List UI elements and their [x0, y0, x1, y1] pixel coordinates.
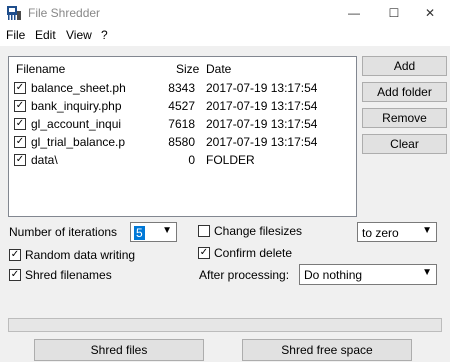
- row-size: 4527: [168, 99, 195, 113]
- row-size: 8343: [168, 81, 195, 95]
- row-size: 8580: [168, 135, 195, 149]
- column-header-size[interactable]: Size: [176, 62, 199, 76]
- random-data-checkbox[interactable]: ✓: [9, 249, 21, 261]
- row-date: 2017-07-19 13:17:54: [206, 81, 318, 95]
- close-button[interactable]: ✕: [410, 0, 450, 26]
- menu-file[interactable]: File: [6, 28, 25, 42]
- minimize-button[interactable]: —: [334, 0, 374, 26]
- filesize-mode-value: to zero: [362, 226, 399, 240]
- column-header-filename[interactable]: Filename: [16, 62, 65, 76]
- add-folder-button[interactable]: Add folder: [362, 82, 447, 102]
- table-row[interactable]: ✓ data\ 0 FOLDER: [9, 152, 356, 169]
- row-filename: gl_trial_balance.p: [31, 135, 126, 149]
- menu-help[interactable]: ?: [101, 28, 108, 42]
- row-checkbox[interactable]: ✓: [14, 118, 26, 130]
- row-checkbox[interactable]: ✓: [14, 82, 26, 94]
- row-filename: data\: [31, 153, 58, 167]
- row-size: 0: [188, 153, 195, 167]
- menu-edit[interactable]: Edit: [35, 28, 56, 42]
- after-processing-label: After processing:: [199, 268, 290, 282]
- row-size: 7618: [168, 117, 195, 131]
- shred-filenames-label: Shred filenames: [25, 268, 112, 282]
- row-filename: balance_sheet.ph: [31, 81, 126, 95]
- random-data-label: Random data writing: [25, 248, 136, 262]
- add-button[interactable]: Add: [362, 56, 447, 76]
- confirm-delete-checkbox[interactable]: ✓: [198, 247, 210, 259]
- table-row[interactable]: ✓ gl_trial_balance.p 8580 2017-07-19 13:17:…: [9, 134, 356, 151]
- row-checkbox[interactable]: ✓: [14, 100, 26, 112]
- change-filesizes-checkbox[interactable]: [198, 225, 210, 237]
- iterations-label: Number of iterations: [9, 225, 118, 239]
- window-title: File Shredder: [28, 6, 101, 20]
- clear-button[interactable]: Clear: [362, 134, 447, 154]
- table-row[interactable]: ✓ bank_inquiry.php 4527 2017-07-19 13:17:54: [9, 98, 356, 115]
- chevron-down-icon: ▼: [422, 225, 432, 236]
- shred-filenames-checkbox[interactable]: ✓: [9, 269, 21, 281]
- remove-button[interactable]: Remove: [362, 108, 447, 128]
- row-date: 2017-07-19 13:17:54: [206, 99, 318, 113]
- chevron-down-icon: ▼: [422, 267, 432, 278]
- after-processing-select[interactable]: Do nothing ▼: [299, 264, 437, 285]
- row-filename: gl_account_inqui: [31, 117, 122, 131]
- row-date: 2017-07-19 13:17:54: [206, 135, 318, 149]
- shred-free-space-button[interactable]: Shred free space: [242, 339, 412, 361]
- row-filename: bank_inquiry.php: [31, 99, 122, 113]
- shred-files-button[interactable]: Shred files: [34, 339, 204, 361]
- table-row[interactable]: ✓ balance_sheet.ph 8343 2017-07-19 13:17:54: [9, 80, 356, 97]
- table-row[interactable]: ✓ gl_account_inqui 7618 2017-07-19 13:17:54: [9, 116, 356, 133]
- confirm-delete-label: Confirm delete: [214, 246, 293, 260]
- iterations-select[interactable]: 5 ▼: [130, 222, 177, 242]
- row-date: 2017-07-19 13:17:54: [206, 117, 318, 131]
- shredder-app-icon: [6, 5, 22, 21]
- iterations-value: 5: [134, 226, 145, 240]
- row-date: FOLDER: [206, 153, 255, 167]
- menu-view[interactable]: View: [66, 28, 92, 42]
- row-checkbox[interactable]: ✓: [14, 154, 26, 166]
- after-processing-value: Do nothing: [304, 268, 363, 282]
- column-header-date[interactable]: Date: [206, 62, 231, 76]
- row-checkbox[interactable]: ✓: [14, 136, 26, 148]
- change-filesizes-label: Change filesizes: [214, 224, 303, 238]
- chevron-down-icon: ▼: [162, 225, 172, 236]
- progress-bar: [8, 318, 442, 332]
- filesize-mode-select[interactable]: to zero ▼: [357, 222, 437, 242]
- maximize-button[interactable]: ☐: [374, 0, 414, 26]
